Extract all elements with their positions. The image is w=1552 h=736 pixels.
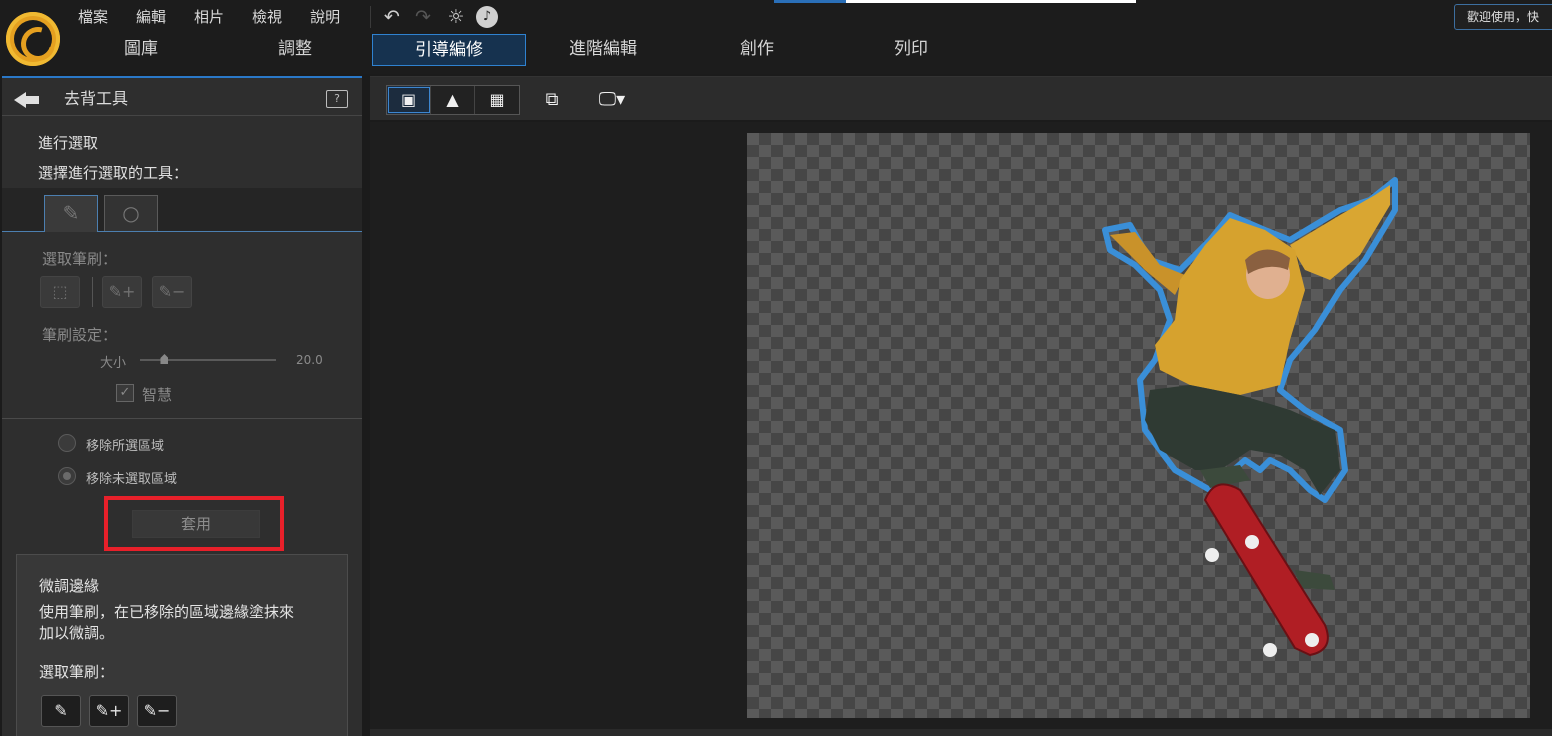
view-toolbar: ▣ ▲ ▦ ⧉ 🖵▾ (370, 76, 1552, 120)
refine-add-icon: ✎+ (95, 701, 123, 720)
tab-guided-edit[interactable]: 引導編修 (372, 34, 526, 66)
view-mode-group: ▣ ▲ ▦ (386, 85, 520, 115)
welcome-button[interactable]: 歡迎使用，快 (1454, 4, 1552, 30)
help-icon[interactable]: ? (326, 90, 348, 108)
canvas-scroll-strip[interactable] (370, 729, 1552, 736)
wheel (1263, 643, 1277, 657)
refine-subtract-button[interactable]: ✎− (137, 695, 177, 727)
refine-brush-icon: ✎ (54, 701, 68, 720)
image-icon: ▲ (446, 90, 459, 109)
auto-select-icon: ⬚ (52, 282, 68, 301)
refine-edges-section: 微調邊緣 使用筆刷，在已移除的區域邊緣塗抹來 加以微調。 選取筆刷： ✎ ✎+ … (16, 554, 348, 736)
radio-remove-selected[interactable] (58, 434, 76, 452)
brush-label: 選取筆刷： (42, 250, 118, 268)
left-arm (1110, 232, 1185, 295)
lasso-tab[interactable]: ○ (104, 195, 158, 231)
lasso-icon: ○ (122, 201, 140, 225)
menu-edit[interactable]: 編輯 (122, 4, 180, 30)
refine-subtract-icon: ✎− (143, 701, 171, 720)
panel-header: 去背工具 ? (2, 82, 362, 116)
undo-icon[interactable]: ↶ (381, 6, 403, 28)
brush-minus-icon: ✎− (158, 282, 186, 301)
selection-tool-tabs: ✎ ○ (2, 188, 362, 232)
size-slider-handle[interactable] (160, 354, 169, 364)
monitor-icon: 🖵▾ (598, 89, 626, 110)
display-menu-button[interactable]: 🖵▾ (590, 87, 634, 113)
app-logo-icon (6, 12, 60, 66)
radio-remove-selected-label: 移除所選區域 (86, 439, 165, 454)
skateboard (1203, 483, 1329, 657)
apply-highlight-box: 套用 (104, 496, 284, 551)
selection-heading: 進行選取 (38, 134, 99, 152)
brush-divider (92, 277, 93, 307)
menu-help[interactable]: 說明 (296, 4, 354, 30)
refine-desc-line2: 加以微調。 (39, 624, 115, 642)
refine-brush-label: 選取筆刷： (39, 663, 115, 681)
compare-button[interactable]: ⧉ (534, 87, 570, 113)
grid-icon: ▦ (489, 90, 505, 109)
settings-icon[interactable]: ☼ (445, 6, 467, 28)
wheel (1205, 548, 1219, 562)
panel-title: 去背工具 (64, 89, 129, 108)
wheel (1245, 535, 1259, 549)
brush-plus-icon: ✎+ (108, 282, 136, 301)
wheel (1305, 633, 1319, 647)
redo-icon[interactable]: ↷ (412, 6, 434, 28)
single-view-button[interactable]: ▣ (387, 86, 431, 114)
size-slider[interactable] (140, 359, 276, 361)
compare-icon: ⧉ (545, 89, 559, 110)
radio-remove-unselected[interactable] (58, 467, 76, 485)
menu-photo[interactable]: 相片 (180, 4, 238, 30)
brush-settings-label: 筆刷設定： (42, 326, 118, 344)
main-nav-tabs: 圖庫 調整 引導編修 進階編輯 創作 列印 (64, 34, 988, 66)
notification-icon[interactable]: ♪ (476, 6, 498, 28)
menu-bar: 檔案 編輯 相片 檢視 說明 (64, 4, 354, 30)
tab-adjust[interactable]: 調整 (218, 34, 372, 66)
skateboarder-photo (1102, 177, 1398, 657)
menu-view[interactable]: 檢視 (238, 4, 296, 30)
tab-advanced-edit[interactable]: 進階編輯 (526, 34, 680, 66)
section-divider (2, 418, 362, 419)
single-image-icon: ▣ (400, 90, 417, 109)
hoodie (1155, 218, 1305, 395)
photo-editor-window: 檔案 編輯 相片 檢視 說明 ↶ ↷ ☼ ♪ 歡迎使用，快 圖庫 調整 引導編修… (0, 0, 1552, 736)
radio-remove-unselected-label: 移除未選取區域 (86, 472, 178, 487)
refine-add-button[interactable]: ✎+ (89, 695, 129, 727)
back-arrow-icon[interactable] (14, 90, 42, 110)
selection-subheading: 選擇進行選取的工具： (38, 164, 189, 182)
grid-view-button[interactable]: ▦ (475, 86, 519, 114)
subtract-brush-button[interactable]: ✎− (152, 276, 192, 308)
refine-title: 微調邊緣 (39, 577, 100, 595)
menu-divider (370, 6, 371, 28)
smart-checkbox[interactable]: ✓ (116, 384, 134, 402)
size-value: 20.0 (296, 353, 323, 367)
smart-brush-icon: ✎ (62, 201, 80, 225)
tab-create[interactable]: 創作 (680, 34, 834, 66)
apply-button[interactable]: 套用 (132, 510, 260, 538)
add-brush-button[interactable]: ✎+ (102, 276, 142, 308)
menu-file[interactable]: 檔案 (64, 4, 122, 30)
top-progress-strip (774, 0, 1136, 3)
tab-library[interactable]: 圖庫 (64, 34, 218, 66)
background-removal-panel: 去背工具 ? 進行選取 選擇進行選取的工具： ✎ ○ 選取筆刷： ⬚ ✎+ ✎−… (2, 76, 362, 736)
smart-brush-tab[interactable]: ✎ (44, 195, 98, 232)
tab-print[interactable]: 列印 (834, 34, 988, 66)
size-label: 大小 (100, 356, 127, 371)
refine-desc-line1: 使用筆刷，在已移除的區域邊緣塗抹來 (39, 603, 295, 621)
auto-select-button[interactable]: ⬚ (40, 276, 80, 308)
refine-brush-button[interactable]: ✎ (41, 695, 81, 727)
fit-view-button[interactable]: ▲ (431, 86, 475, 114)
top-bar: 檔案 編輯 相片 檢視 說明 ↶ ↷ ☼ ♪ 歡迎使用，快 圖庫 調整 引導編修… (0, 0, 1552, 74)
smart-label: 智慧 (142, 386, 173, 404)
